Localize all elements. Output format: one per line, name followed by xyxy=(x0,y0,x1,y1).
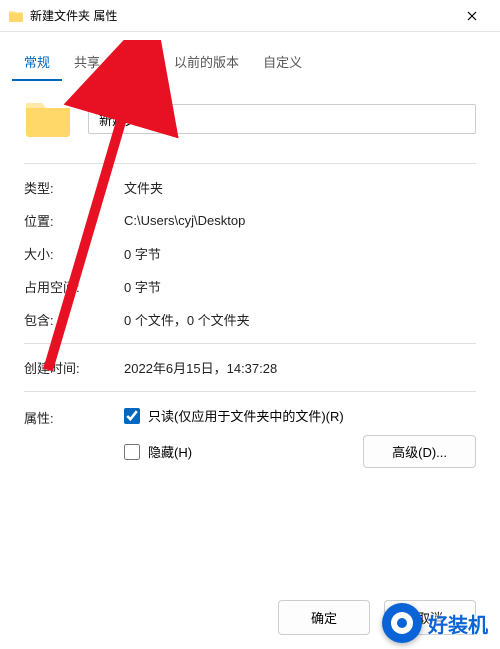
tab-customize[interactable]: 自定义 xyxy=(251,44,314,81)
contains-value: 0 个文件，0 个文件夹 xyxy=(124,310,476,329)
size-on-disk-value: 0 字节 xyxy=(124,277,476,296)
contains-label: 包含: xyxy=(24,310,124,329)
window-title: 新建文件夹 属性 xyxy=(30,7,452,24)
created-label: 创建时间: xyxy=(24,358,124,377)
location-value: C:\Users\cyj\Desktop xyxy=(124,213,476,228)
ok-button[interactable]: 确定 xyxy=(278,600,370,635)
created-value: 2022年6月15日，14:37:28 xyxy=(124,358,476,377)
size-on-disk-label: 占用空间: xyxy=(24,277,124,296)
size-label: 大小: xyxy=(24,244,124,263)
readonly-label: 只读(仅应用于文件夹中的文件)(R) xyxy=(148,406,344,425)
divider xyxy=(24,343,476,344)
dialog-buttons: 确定 取消 xyxy=(278,600,476,635)
type-label: 类型: xyxy=(24,178,124,197)
titlebar: 新建文件夹 属性 xyxy=(0,0,500,32)
hidden-label: 隐藏(H) xyxy=(148,442,192,461)
tab-content: 类型: 文件夹 位置: C:\Users\cyj\Desktop 大小: 0 字… xyxy=(0,81,500,500)
cancel-button[interactable]: 取消 xyxy=(384,600,476,635)
advanced-button[interactable]: 高级(D)... xyxy=(363,435,476,468)
folder-icon xyxy=(8,8,24,24)
location-label: 位置: xyxy=(24,211,124,230)
size-value: 0 字节 xyxy=(124,244,476,263)
attributes-label: 属性: xyxy=(24,406,124,427)
tabs: 常规 共享 安全 以前的版本 自定义 xyxy=(0,32,500,81)
folder-name-input[interactable] xyxy=(88,104,476,134)
hidden-checkbox[interactable] xyxy=(124,444,140,460)
tab-security[interactable]: 安全 xyxy=(112,44,162,81)
tab-general[interactable]: 常规 xyxy=(12,44,62,81)
readonly-checkbox[interactable] xyxy=(124,408,140,424)
divider xyxy=(24,391,476,392)
type-value: 文件夹 xyxy=(124,178,476,197)
tab-sharing[interactable]: 共享 xyxy=(62,44,112,81)
divider xyxy=(24,163,476,164)
close-button[interactable] xyxy=(452,2,492,30)
folder-large-icon xyxy=(24,99,72,139)
tab-previous-versions[interactable]: 以前的版本 xyxy=(162,44,251,81)
